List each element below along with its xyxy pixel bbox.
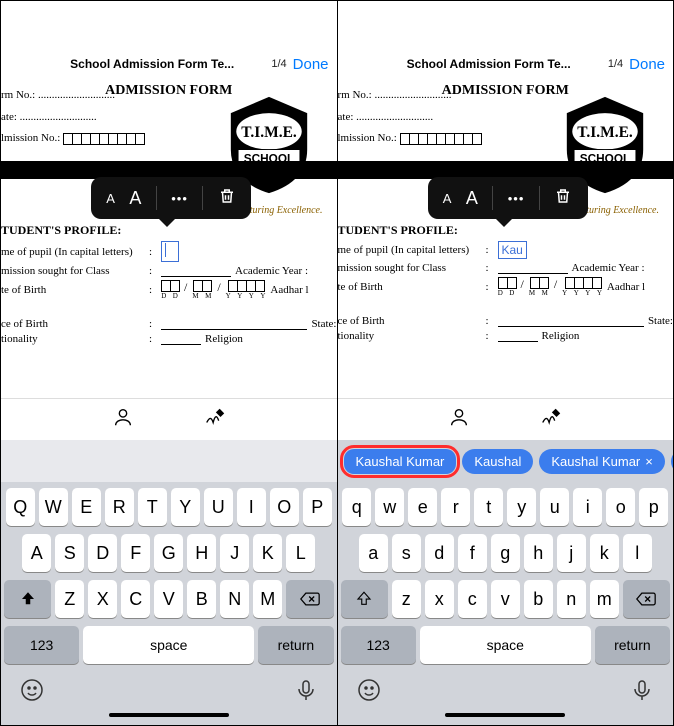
navbar: School Admission Form Te... 1/4 Done bbox=[1, 47, 337, 81]
more-button[interactable]: ••• bbox=[508, 191, 525, 206]
page-indicator: 1/4 bbox=[608, 58, 623, 70]
font-small-button[interactable]: A bbox=[443, 191, 452, 206]
svg-text:T.I.M.E.: T.I.M.E. bbox=[241, 124, 297, 141]
profile-icon[interactable] bbox=[112, 406, 134, 433]
done-button[interactable]: Done bbox=[629, 56, 665, 73]
toolbar bbox=[1, 398, 337, 440]
suggestion-bar: Kaushal Kumar Kaushal Kaushal Kumar× K bbox=[338, 440, 674, 482]
shift-key[interactable] bbox=[4, 580, 51, 618]
keyboard: QWERTYUIOP ASDFGHJKL ZXCVBNM 123 space r… bbox=[1, 482, 337, 725]
text-edit-popover: A A ••• bbox=[91, 177, 251, 219]
svg-text:T.I.M.E.: T.I.M.E. bbox=[577, 124, 633, 141]
suggestion-pill-3[interactable]: Kaushal Kumar× bbox=[539, 449, 664, 474]
document-view[interactable]: ADMISSION FORM rm No.: .................… bbox=[1, 81, 337, 398]
nav-title: School Admission Form Te... bbox=[39, 57, 265, 71]
numeric-key[interactable]: 123 bbox=[4, 626, 79, 664]
backspace-key[interactable] bbox=[286, 580, 333, 618]
navbar: School Admission Form Te... 1/4 Done bbox=[338, 47, 674, 81]
done-button[interactable]: Done bbox=[293, 56, 329, 73]
space-key[interactable]: space bbox=[83, 626, 254, 664]
return-key[interactable]: return bbox=[595, 626, 670, 664]
trash-icon[interactable] bbox=[554, 187, 572, 210]
signature-icon[interactable] bbox=[204, 406, 226, 433]
statusbar bbox=[338, 1, 674, 47]
name-input[interactable]: Kau bbox=[498, 241, 527, 259]
toolbar bbox=[338, 398, 674, 440]
emoji-icon[interactable] bbox=[20, 678, 44, 707]
close-icon[interactable]: × bbox=[645, 454, 653, 469]
suggestion-pill-1[interactable]: Kaushal Kumar bbox=[344, 449, 457, 474]
keyboard: qwertyuiop asdfghjkl zxcvbnm 123 space r… bbox=[338, 482, 674, 725]
suggestion-bar bbox=[1, 440, 337, 482]
home-indicator[interactable] bbox=[445, 713, 565, 717]
key-q[interactable]: Q bbox=[6, 488, 35, 526]
nav-title: School Admission Form Te... bbox=[376, 57, 602, 71]
document-view[interactable]: ADMISSION FORM rm No.: .................… bbox=[338, 81, 674, 398]
signature-icon[interactable] bbox=[540, 406, 562, 433]
mic-icon[interactable] bbox=[630, 678, 654, 707]
profile-icon[interactable] bbox=[448, 406, 470, 433]
return-key[interactable]: return bbox=[258, 626, 333, 664]
shift-key[interactable] bbox=[341, 580, 388, 618]
name-input[interactable] bbox=[161, 241, 179, 262]
font-small-button[interactable]: A bbox=[106, 191, 115, 206]
more-button[interactable]: ••• bbox=[171, 191, 188, 206]
page-indicator: 1/4 bbox=[271, 58, 286, 70]
trash-icon[interactable] bbox=[218, 187, 236, 210]
home-indicator[interactable] bbox=[109, 713, 229, 717]
font-large-button[interactable]: A bbox=[129, 188, 141, 209]
profile-heading: TUDENT'S PROFILE: bbox=[1, 223, 337, 238]
suggestion-pill-4[interactable]: K bbox=[671, 449, 673, 474]
profile-heading: TUDENT'S PROFILE: bbox=[338, 223, 674, 238]
space-key[interactable]: space bbox=[420, 626, 591, 664]
backspace-key[interactable] bbox=[623, 580, 670, 618]
mic-icon[interactable] bbox=[294, 678, 318, 707]
statusbar bbox=[1, 1, 337, 47]
text-edit-popover: A A ••• bbox=[428, 177, 588, 219]
font-large-button[interactable]: A bbox=[466, 188, 478, 209]
suggestion-pill-2[interactable]: Kaushal bbox=[462, 449, 533, 474]
phone-left: School Admission Form Te... 1/4 Done ADM… bbox=[1, 1, 338, 725]
emoji-icon[interactable] bbox=[357, 678, 381, 707]
numeric-key[interactable]: 123 bbox=[341, 626, 416, 664]
phone-right: School Admission Form Te... 1/4 Done ADM… bbox=[338, 1, 674, 725]
